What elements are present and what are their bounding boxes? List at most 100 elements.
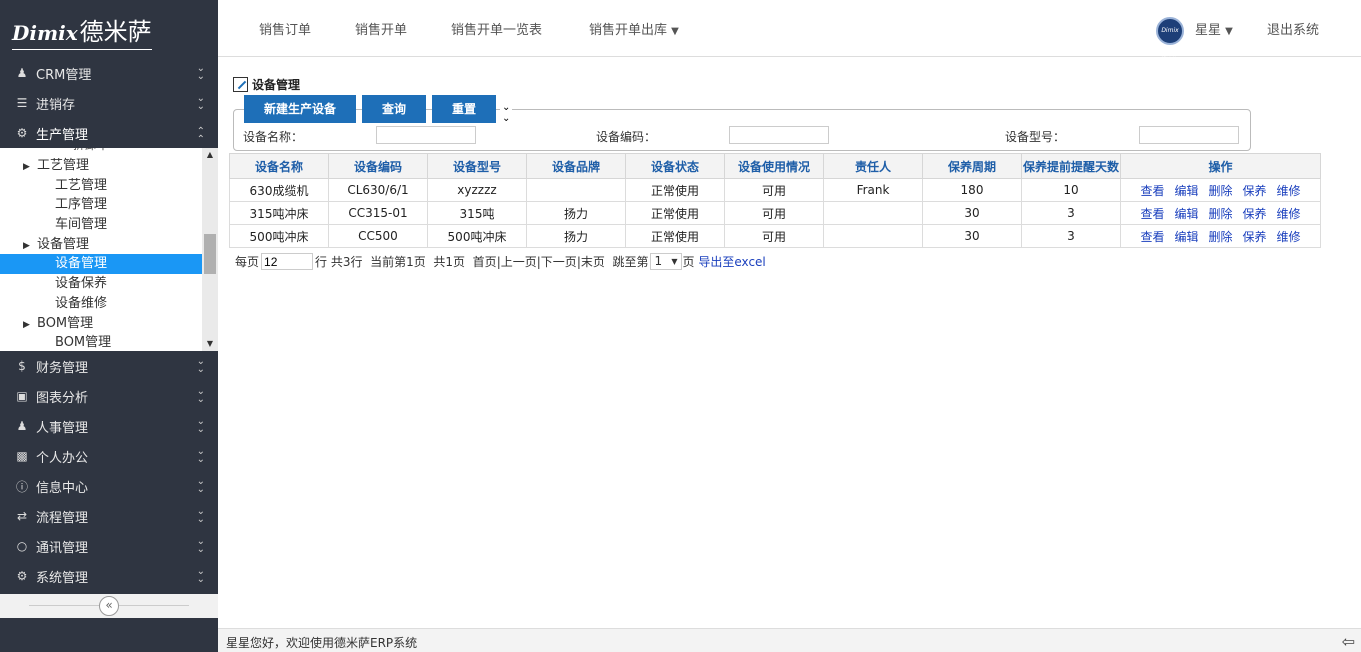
- divider: [119, 605, 189, 606]
- col-header[interactable]: 保养周期: [922, 153, 1022, 179]
- col-header[interactable]: 设备品牌: [526, 153, 626, 179]
- filter-code-label: 设备编码：: [596, 130, 657, 144]
- col-header[interactable]: 责任人: [823, 153, 923, 179]
- new-equipment-button[interactable]: 新建生产设备: [244, 95, 356, 123]
- menu-office[interactable]: ▩ 个人办公 ⌄ ⌄: [0, 441, 218, 471]
- sidebar-item-equipment[interactable]: 设备管理: [0, 254, 202, 275]
- sidebar-group-process[interactable]: ▶ 工艺管理: [0, 156, 202, 176]
- edit-link[interactable]: 编辑: [1174, 230, 1198, 244]
- back-arrow-icon[interactable]: ⇦: [1342, 632, 1355, 651]
- view-link[interactable]: 查看: [1140, 230, 1164, 244]
- chat-icon: ○: [16, 539, 28, 553]
- cell: [823, 224, 923, 248]
- nav-sales-outbound-label: 销售开单出库: [589, 23, 668, 38]
- logo-text: Dimix德米萨: [12, 12, 152, 50]
- menu-hr[interactable]: ♟ 人事管理 ⌄ ⌄: [0, 411, 218, 441]
- table-row[interactable]: 315吨冲床 CC315-01 315吨 扬力 正常使用 可用 30 3 查看编…: [229, 201, 1321, 225]
- col-header[interactable]: 设备型号: [427, 153, 527, 179]
- repair-link[interactable]: 维修: [1277, 184, 1301, 198]
- cell: 10: [1021, 178, 1121, 202]
- caret-down-icon: ▼: [671, 26, 679, 37]
- nav-sales-order[interactable]: 销售订单: [259, 19, 311, 38]
- avatar[interactable]: Dimix 德米萨: [1156, 17, 1184, 58]
- view-link[interactable]: 查看: [1140, 184, 1164, 198]
- menu-production[interactable]: ⚙ 生产管理 ⌃ ⌃: [0, 118, 218, 148]
- delete-link[interactable]: 删除: [1208, 230, 1232, 244]
- sidebar-item-repair[interactable]: 设备维修: [0, 294, 202, 314]
- menu-charts-label: 图表分析: [36, 390, 89, 406]
- sidebar-item-process[interactable]: 工艺管理: [0, 176, 202, 196]
- delete-link[interactable]: 删除: [1208, 207, 1232, 221]
- nav-sales-billing-list[interactable]: 销售开单一览表: [451, 19, 542, 38]
- menu-info[interactable]: ⓘ 信息中心 ⌄ ⌄: [0, 471, 218, 501]
- submenu-scrollbar[interactable]: ▲ ▼: [202, 148, 218, 351]
- col-header[interactable]: 设备名称: [229, 153, 329, 179]
- next-page-link[interactable]: 下一页: [541, 253, 577, 270]
- cell: 正常使用: [625, 201, 725, 225]
- menu-comm[interactable]: ○ 通讯管理 ⌄ ⌄: [0, 531, 218, 561]
- user-menu[interactable]: 星星 ▼: [1195, 19, 1233, 38]
- cell: CC500: [328, 224, 428, 248]
- logout-link[interactable]: 退出系统: [1267, 19, 1319, 38]
- status-bar: 星星您好，欢迎使用德米萨ERP系统 ⇦: [218, 628, 1361, 652]
- col-header[interactable]: 设备编码: [328, 153, 428, 179]
- equipment-name-input[interactable]: [376, 126, 476, 144]
- menu-charts[interactable]: ▣ 图表分析 ⌄ ⌄: [0, 381, 218, 411]
- nav-sales-billing[interactable]: 销售开单: [355, 19, 407, 38]
- chevron-down-icon: ⌄ ⌄: [196, 446, 205, 465]
- repair-link[interactable]: 维修: [1277, 230, 1301, 244]
- sidebar-item-maintenance[interactable]: 设备保养: [0, 274, 202, 294]
- edit-link[interactable]: 编辑: [1174, 184, 1198, 198]
- col-header[interactable]: 设备使用情况: [724, 153, 824, 179]
- menu-crm[interactable]: ♟ CRM管理 ⌄ ⌄: [0, 58, 218, 88]
- equipment-code-input[interactable]: [729, 126, 829, 144]
- maintain-link[interactable]: 保养: [1243, 184, 1267, 198]
- reset-button[interactable]: 重置: [432, 95, 496, 123]
- menu-finance[interactable]: $ 财务管理 ⌄ ⌄: [0, 351, 218, 381]
- cell: 可用: [724, 201, 824, 225]
- expand-filter-icon[interactable]: ⌄ ⌄: [500, 102, 513, 124]
- prev-page-link[interactable]: 上一页: [501, 253, 537, 270]
- first-page-link[interactable]: 首页: [473, 253, 497, 270]
- list-icon: ☰: [16, 96, 28, 110]
- sidebar-item-workshop[interactable]: 车间管理: [0, 215, 202, 235]
- sidebar-group-equipment-label: 设备管理: [37, 236, 90, 252]
- collapse-sidebar-icon[interactable]: «: [99, 596, 119, 616]
- table-row[interactable]: 630成缆机 CL630/6/1 xyzzzz 正常使用 可用 Frank 18…: [229, 178, 1321, 202]
- scroll-thumb[interactable]: [204, 234, 216, 274]
- user-name: 星星: [1195, 23, 1222, 38]
- menu-workflow[interactable]: ⇄ 流程管理 ⌄ ⌄: [0, 501, 218, 531]
- edit-link[interactable]: 编辑: [1174, 207, 1198, 221]
- cell: 30: [922, 224, 1022, 248]
- scroll-up-icon[interactable]: ▲: [202, 148, 218, 162]
- menu-inventory[interactable]: ☰ 进销存 ⌄ ⌄: [0, 88, 218, 118]
- nav-sales-outbound[interactable]: 销售开单出库 ▼: [589, 19, 679, 38]
- per-page-input[interactable]: [261, 253, 314, 270]
- col-header[interactable]: 设备状态: [625, 153, 725, 179]
- rows-total: 行 共3行: [315, 255, 363, 269]
- col-header[interactable]: 保养提前提醒天数: [1021, 153, 1121, 179]
- scroll-down-icon[interactable]: ▼: [202, 337, 218, 351]
- equipment-model-input[interactable]: [1139, 126, 1239, 144]
- export-excel-link[interactable]: 导出至excel: [698, 253, 765, 270]
- view-link[interactable]: 查看: [1140, 207, 1164, 221]
- gears-icon: ⚙: [16, 126, 28, 140]
- sidebar-item-partial[interactable]: 拆卸单: [0, 148, 202, 156]
- menu-production-label: 生产管理: [36, 127, 89, 143]
- menu-system[interactable]: ⚙ 系统管理 ⌄ ⌄: [0, 561, 218, 591]
- sidebar-group-equipment[interactable]: ▶ 设备管理: [0, 235, 202, 255]
- sidebar-item-bom[interactable]: BOM管理: [0, 333, 202, 351]
- last-page-link[interactable]: 末页: [581, 253, 605, 270]
- table-row[interactable]: 500吨冲床 CC500 500吨冲床 扬力 正常使用 可用 30 3 查看 编辑…: [229, 224, 1321, 248]
- cell: Frank: [823, 178, 923, 202]
- maintain-link[interactable]: 保养: [1243, 230, 1267, 244]
- maintain-link[interactable]: 保养: [1243, 207, 1267, 221]
- cell: CL630/6/1: [328, 178, 428, 202]
- page-select[interactable]: 1: [649, 253, 682, 270]
- sidebar-group-bom[interactable]: ▶ BOM管理: [0, 314, 202, 334]
- repair-link[interactable]: 维修: [1277, 207, 1301, 221]
- sidebar-item-procedure[interactable]: 工序管理: [0, 195, 202, 215]
- cell: 扬力: [526, 224, 626, 248]
- delete-link[interactable]: 删除: [1208, 184, 1232, 198]
- query-button[interactable]: 查询: [362, 95, 426, 123]
